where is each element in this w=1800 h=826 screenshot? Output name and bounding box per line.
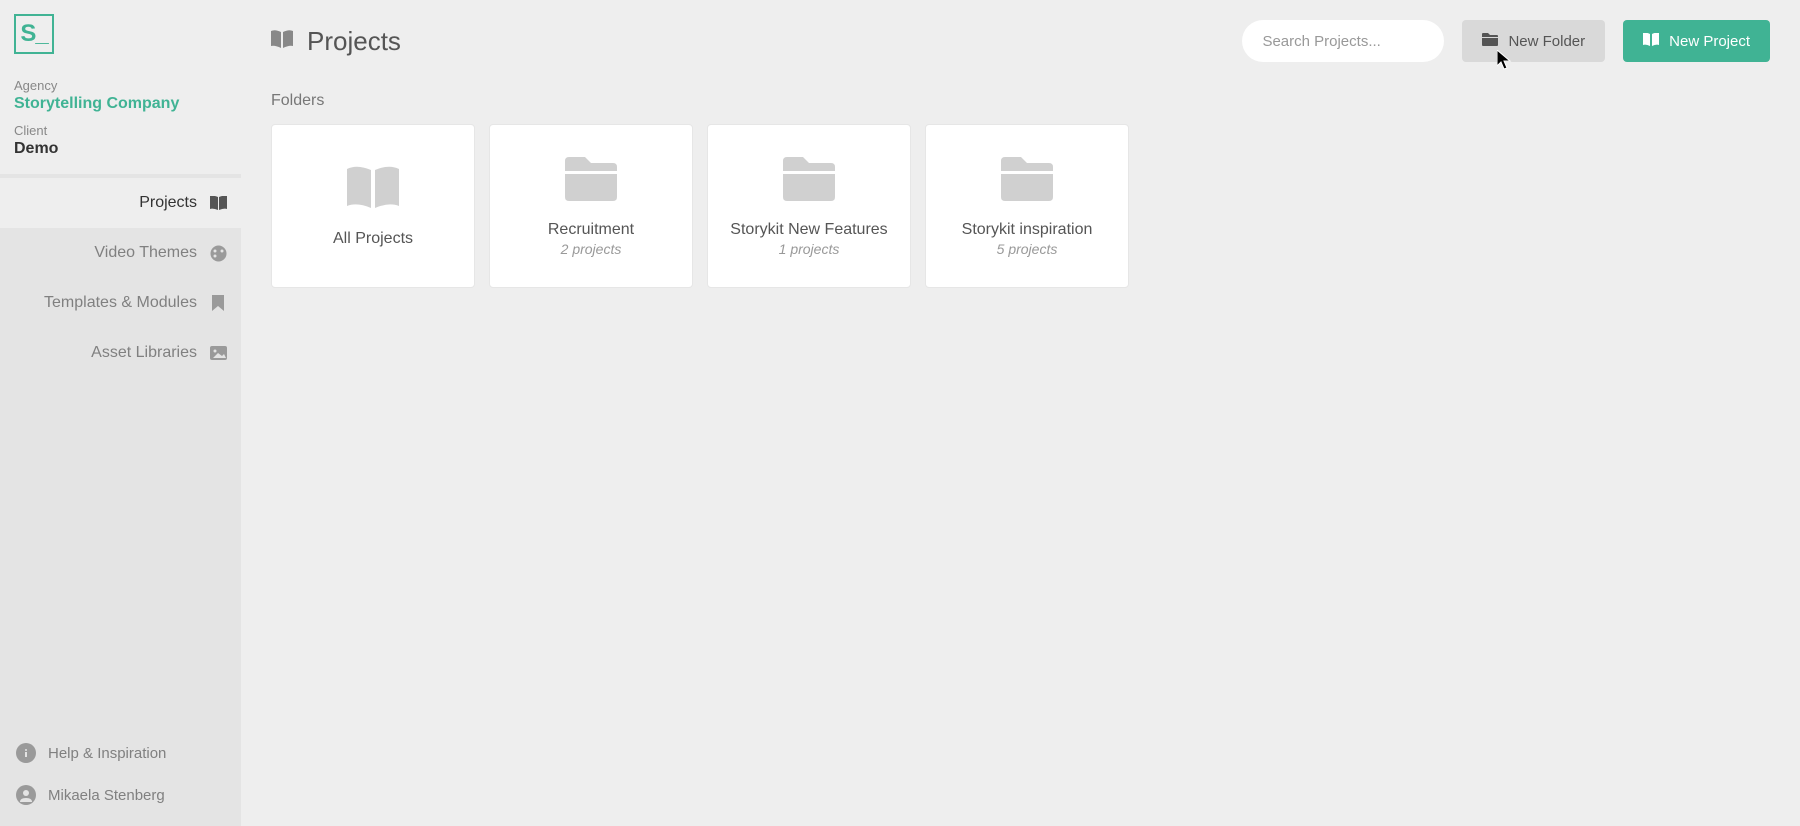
- header-actions: New Folder New Project: [1242, 20, 1770, 62]
- search-input[interactable]: [1242, 20, 1444, 62]
- nav-label: Video Themes: [94, 244, 197, 262]
- folder-card[interactable]: Recruitment 2 projects: [489, 124, 693, 288]
- folder-card[interactable]: Storykit New Features 1 projects: [707, 124, 911, 288]
- nav-asset-libraries[interactable]: Asset Libraries: [0, 328, 241, 378]
- folder-icon: [1482, 33, 1498, 50]
- logo-text: S_: [20, 20, 47, 48]
- folder-card-all[interactable]: All Projects: [271, 124, 475, 288]
- folder-icon: [563, 155, 619, 203]
- folder-count: 2 projects: [561, 241, 622, 257]
- book-icon: [209, 194, 227, 212]
- folder-title: Recruitment: [548, 221, 634, 239]
- nav-templates[interactable]: Templates & Modules: [0, 278, 241, 328]
- user-link[interactable]: Mikaela Stenberg: [0, 774, 241, 816]
- new-project-button[interactable]: New Project: [1623, 20, 1770, 62]
- nav-video-themes[interactable]: Video Themes: [0, 228, 241, 278]
- client-label: Client: [14, 123, 227, 138]
- sidebar-meta: Agency Storytelling Company Client Demo: [0, 68, 241, 174]
- folder-icon: [781, 155, 837, 203]
- info-icon: [16, 743, 36, 763]
- sidebar-footer: Help & Inspiration Mikaela Stenberg: [0, 722, 241, 826]
- new-folder-button[interactable]: New Folder: [1462, 20, 1605, 62]
- user-icon: [16, 785, 36, 805]
- main-content: Projects New Folder New Project Folders: [241, 0, 1800, 826]
- folder-count: 1 projects: [779, 241, 840, 257]
- book-icon: [271, 30, 293, 53]
- folder-card[interactable]: Storykit inspiration 5 projects: [925, 124, 1129, 288]
- help-label: Help & Inspiration: [48, 745, 166, 762]
- sidebar: S_ Agency Storytelling Company Client De…: [0, 0, 241, 826]
- help-link[interactable]: Help & Inspiration: [0, 732, 241, 774]
- folder-title: Storykit inspiration: [962, 221, 1093, 239]
- nav-label: Templates & Modules: [44, 294, 197, 312]
- main-header: Projects New Folder New Project: [271, 20, 1770, 62]
- button-label: New Folder: [1508, 33, 1585, 50]
- sidebar-nav: Projects Video Themes Templates & Module…: [0, 174, 241, 722]
- page-title-wrap: Projects: [271, 26, 401, 57]
- sidebar-logo-area: S_: [0, 0, 241, 68]
- bookmark-icon: [209, 294, 227, 312]
- folders-grid: All Projects Recruitment 2 projects Stor…: [271, 124, 1770, 288]
- folder-icon: [999, 155, 1055, 203]
- book-open-icon: [345, 164, 401, 212]
- palette-icon: [209, 244, 227, 262]
- user-label: Mikaela Stenberg: [48, 787, 165, 804]
- page-title: Projects: [307, 26, 401, 57]
- folder-title: All Projects: [333, 230, 413, 248]
- agency-name[interactable]: Storytelling Company: [14, 95, 227, 113]
- logo[interactable]: S_: [14, 14, 54, 54]
- button-label: New Project: [1669, 33, 1750, 50]
- nav-projects[interactable]: Projects: [0, 178, 241, 228]
- folders-section-label: Folders: [271, 92, 1770, 110]
- book-icon: [1643, 33, 1659, 50]
- image-icon: [209, 344, 227, 362]
- folder-count: 5 projects: [997, 241, 1058, 257]
- agency-label: Agency: [14, 78, 227, 93]
- folder-title: Storykit New Features: [730, 221, 887, 239]
- nav-label: Projects: [139, 194, 197, 212]
- client-name[interactable]: Demo: [14, 140, 227, 158]
- nav-label: Asset Libraries: [91, 344, 197, 362]
